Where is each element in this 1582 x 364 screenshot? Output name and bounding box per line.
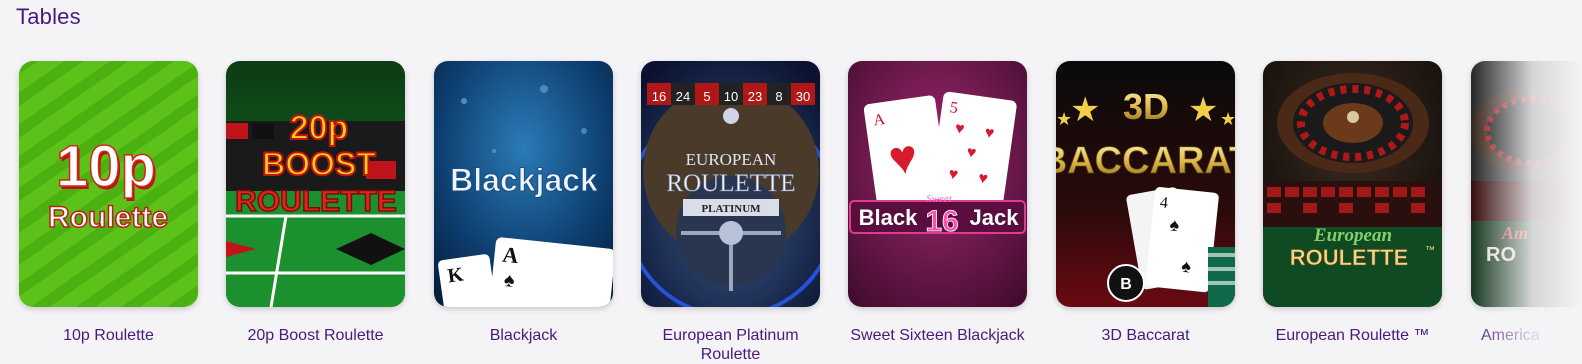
wheel-number: 23	[748, 89, 762, 104]
art-text: 3D	[1123, 86, 1169, 127]
wheel-number: 24	[676, 89, 690, 104]
art-text: BOOST	[262, 146, 376, 182]
game-card-sweet-sixteen-blackjack[interactable]: A ♥ 5 ♥ ♥ ♥ ♥ ♥ Black Sweet 16 Jack Swee…	[848, 61, 1027, 345]
game-card-3d-baccarat[interactable]: ★ ★ ★ ★ 3D BACCARAT 4 ♠ ♠ B	[1056, 61, 1235, 345]
art-text: European	[1313, 225, 1392, 246]
art-text: EUROPEAN	[686, 150, 777, 169]
art-text: Roulette	[48, 201, 168, 234]
svg-text:★: ★	[1070, 91, 1100, 129]
sweet-sixteen-blackjack-thumbnail-icon[interactable]: A ♥ 5 ♥ ♥ ♥ ♥ ♥ Black Sweet 16 Jack	[848, 61, 1027, 307]
art-text: PLATINUM	[701, 203, 761, 215]
art-text: Black	[859, 205, 918, 230]
art-text: ROULETTE	[235, 185, 397, 218]
game-title[interactable]: 20p Boost Roulette	[226, 326, 405, 345]
game-card-european-platinum-roulette[interactable]: 16 24 5 10 23 8 30 EUROPEAN ROULETTE PLA…	[641, 61, 820, 364]
art-text: ROULETTE	[666, 170, 795, 197]
art-text: 20p	[290, 109, 349, 147]
chip-letter: B	[1120, 276, 1132, 293]
art-text: BACCARAT	[1056, 140, 1235, 182]
svg-text:★: ★	[1220, 109, 1235, 129]
art-text: ™	[1425, 245, 1435, 256]
art-text: Jack	[970, 205, 1020, 230]
svg-text:★: ★	[1056, 109, 1072, 129]
game-title[interactable]: America	[1471, 326, 1582, 345]
european-platinum-roulette-thumbnail-icon[interactable]: 16 24 5 10 23 8 30 EUROPEAN ROULETTE PLA…	[641, 61, 820, 307]
art-text: ROULETTE	[1290, 245, 1409, 270]
european-roulette-thumbnail-icon[interactable]: European ROULETTE ™	[1263, 61, 1442, 307]
card-rank: A	[501, 242, 520, 269]
wheel-number: 8	[775, 89, 782, 104]
art-text: 16	[925, 205, 958, 238]
3d-baccarat-thumbnail-icon[interactable]: ★ ★ ★ ★ 3D BACCARAT 4 ♠ ♠ B	[1056, 61, 1235, 307]
art-text: Sweet	[926, 193, 953, 205]
game-card-10p-roulette[interactable]: 10p 10p Roulette 10p Roulette	[19, 61, 198, 345]
game-title[interactable]: Sweet Sixteen Blackjack	[848, 326, 1027, 345]
game-card-american-roulette[interactable]: Am RO America	[1471, 61, 1582, 345]
game-title[interactable]: 10p Roulette	[19, 326, 198, 345]
10p-roulette-thumbnail-icon[interactable]: 10p 10p Roulette	[19, 61, 198, 307]
game-card-blackjack[interactable]: Blackjack K A ♠ Blackjack	[434, 61, 613, 345]
game-title[interactable]: Blackjack	[434, 326, 613, 345]
blackjack-thumbnail-icon[interactable]: Blackjack K A ♠	[434, 61, 613, 307]
game-carousel[interactable]: 10p 10p Roulette 10p Roulette 20p BOOST …	[0, 0, 1582, 363]
game-title[interactable]: European Roulette ™	[1263, 326, 1442, 345]
art-text: Blackjack	[450, 162, 598, 198]
art-text: 10p	[56, 134, 156, 199]
wheel-number: 16	[652, 89, 666, 104]
game-title[interactable]: 3D Baccarat	[1056, 326, 1235, 345]
art-text: Am	[1501, 223, 1528, 243]
art-text: RO	[1486, 244, 1516, 266]
wheel-number: 30	[796, 89, 810, 104]
game-title[interactable]: European Platinum Roulette	[641, 326, 820, 364]
20p-boost-roulette-thumbnail-icon[interactable]: 20p BOOST ROULETTE	[226, 61, 405, 307]
american-roulette-thumbnail-icon[interactable]: Am RO	[1471, 61, 1582, 307]
wheel-number: 5	[703, 89, 710, 104]
wheel-number: 10	[724, 89, 738, 104]
game-card-20p-boost-roulette[interactable]: 20p BOOST ROULETTE 20p Boost Roulette	[226, 61, 405, 345]
game-card-european-roulette[interactable]: European ROULETTE ™ European Roulette ™	[1263, 61, 1442, 345]
svg-text:★: ★	[1188, 91, 1218, 129]
